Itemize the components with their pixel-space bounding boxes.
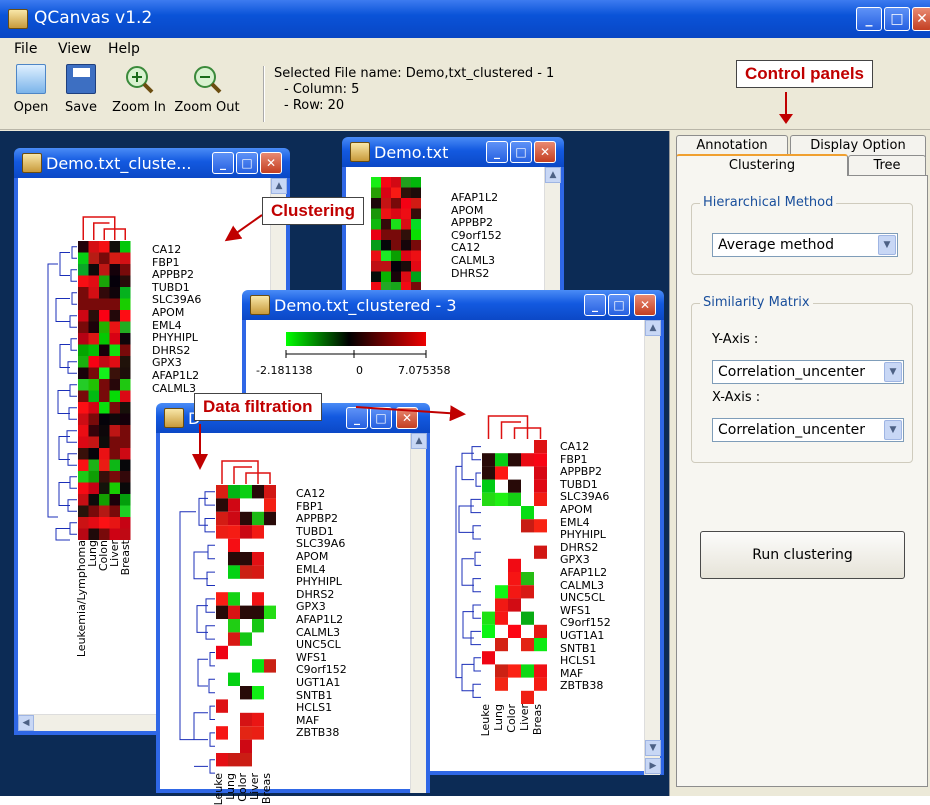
data-filtration-callout: Data filtration bbox=[194, 393, 322, 421]
minimize-button[interactable]: _ bbox=[856, 7, 882, 31]
tab-clustering[interactable]: Clustering bbox=[676, 154, 848, 176]
app-title-bar[interactable]: QCanvas v1.2 _ □ ✕ bbox=[0, 0, 930, 38]
similarity-matrix-group: Similarity Matrix Y-Axis : Correlation_u… bbox=[691, 295, 913, 463]
hierarchical-method-title: Hierarchical Method bbox=[700, 195, 837, 210]
x-axis-select[interactable]: Correlation_uncenter ▼ bbox=[712, 418, 904, 442]
zoom-in-label: Zoom In bbox=[112, 100, 166, 115]
save-button[interactable]: Save bbox=[60, 64, 102, 115]
zoom-out-button[interactable]: Zoom Out bbox=[172, 64, 242, 115]
menu-bar: File View Help bbox=[0, 38, 930, 60]
clustering-arrow bbox=[224, 214, 263, 242]
zoom-in-icon bbox=[124, 64, 154, 94]
qcanvas-application: QCanvas v1.2 _ □ ✕ File View Help Open S… bbox=[0, 0, 930, 805]
control-panels-callout: Control panels bbox=[736, 60, 874, 88]
close-button[interactable]: ✕ bbox=[912, 7, 930, 31]
menu-help[interactable]: Help bbox=[108, 41, 140, 57]
y-axis-label: Y-Axis : bbox=[712, 332, 759, 347]
save-label: Save bbox=[65, 100, 97, 115]
row-count: - Row: 20 bbox=[284, 98, 345, 113]
hierarchical-method-value: Average method bbox=[718, 237, 835, 253]
x-axis-value: Correlation_uncenter bbox=[718, 422, 865, 438]
open-label: Open bbox=[13, 100, 49, 115]
chevron-down-icon[interactable]: ▼ bbox=[884, 420, 902, 440]
selected-file-name: Selected File name: Demo,txt_clustered -… bbox=[274, 66, 555, 81]
y-axis-value: Correlation_uncenter bbox=[718, 364, 865, 380]
annotation-arrows bbox=[192, 214, 466, 470]
zoom-out-label: Zoom Out bbox=[174, 100, 240, 115]
app-icon bbox=[8, 9, 28, 29]
clustering-tab-content: Hierarchical Method Average method ▼ Sim… bbox=[676, 175, 928, 787]
menu-file[interactable]: File bbox=[14, 41, 37, 57]
open-icon bbox=[16, 64, 46, 94]
app-title: QCanvas v1.2 bbox=[34, 8, 153, 28]
file-info: Selected File name: Demo,txt_clustered -… bbox=[274, 66, 554, 114]
tab-tree[interactable]: Tree bbox=[848, 155, 926, 177]
zoom-out-icon bbox=[192, 64, 222, 94]
clustering-callout: Clustering bbox=[262, 197, 365, 225]
chevron-down-icon[interactable]: ▼ bbox=[878, 235, 896, 255]
hierarchical-method-select[interactable]: Average method ▼ bbox=[712, 233, 898, 257]
x-axis-label: X-Axis : bbox=[712, 390, 761, 405]
toolbar-separator bbox=[263, 66, 265, 122]
maximize-button[interactable]: □ bbox=[884, 7, 910, 31]
open-button[interactable]: Open bbox=[10, 64, 52, 115]
menu-view[interactable]: View bbox=[58, 41, 91, 57]
zoom-in-button[interactable]: Zoom In bbox=[108, 64, 170, 115]
hierarchical-method-group: Hierarchical Method Average method ▼ bbox=[691, 195, 913, 275]
save-icon bbox=[66, 64, 96, 94]
column-count: - Column: 5 bbox=[284, 82, 360, 97]
filtration-arrow-right bbox=[355, 405, 466, 422]
run-clustering-button[interactable]: Run clustering bbox=[700, 531, 905, 579]
y-axis-select[interactable]: Correlation_uncenter ▼ bbox=[712, 360, 904, 384]
control-panels-arrow bbox=[779, 92, 793, 124]
control-panel: Annotation Display Option Clustering Tre… bbox=[669, 131, 930, 796]
canvas-desktop: Demo.txt_cluste... _ □ ✕ ▲ ◀ CA12 FBP1 APP… bbox=[0, 131, 669, 805]
similarity-matrix-title: Similarity Matrix bbox=[700, 295, 813, 310]
chevron-down-icon[interactable]: ▼ bbox=[884, 362, 902, 382]
